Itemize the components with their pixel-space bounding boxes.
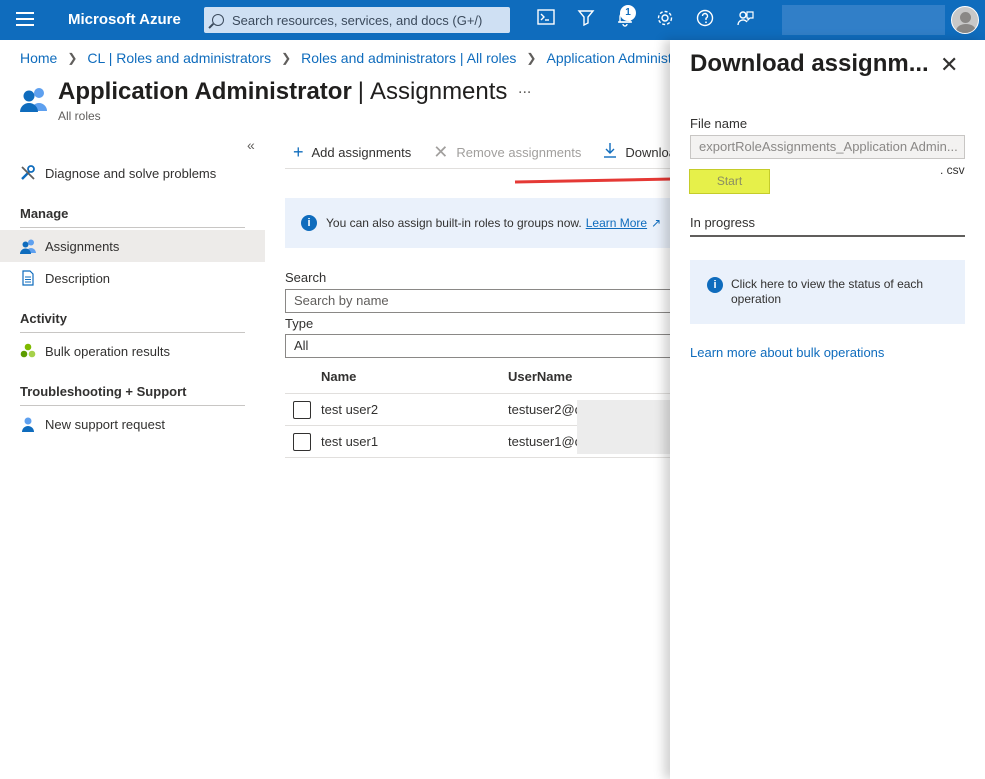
download-assignments-button[interactable]: Download assignments: [603, 142, 675, 163]
wrench-icon: [20, 165, 36, 181]
nav-item-support-request[interactable]: New support request: [0, 408, 265, 440]
notification-badge: 1: [620, 5, 636, 21]
column-header-name[interactable]: Name: [321, 369, 356, 384]
remove-assignments-label: Remove assignments: [456, 145, 582, 160]
row-checkbox[interactable]: [293, 433, 311, 451]
search-label: Search: [285, 270, 327, 285]
panel-title: Download assignm...: [690, 50, 929, 77]
in-progress-section: In progress: [690, 215, 965, 237]
download-icon: [603, 142, 617, 163]
title-separator: |: [357, 78, 365, 105]
nav-item-bulk-results[interactable]: Bulk operation results: [0, 335, 265, 367]
users-icon: [20, 238, 36, 254]
nav-item-label: Description: [45, 270, 111, 286]
global-search-placeholder: Search resources, services, and docs (G+…: [232, 12, 483, 28]
chevron-right-icon: ❯: [281, 51, 292, 65]
page-title-section: Assignments: [370, 78, 508, 105]
external-link-icon: ↗: [651, 216, 662, 230]
avatar[interactable]: [951, 6, 979, 34]
status-info-text: Click here to view the status of each op…: [731, 277, 924, 306]
breadcrumb-all-roles[interactable]: Roles and administrators | All roles: [301, 50, 516, 66]
chevron-right-icon: ❯: [67, 51, 78, 65]
global-search-input[interactable]: Search resources, services, and docs (G+…: [204, 7, 510, 33]
close-icon: ✕: [433, 142, 449, 162]
page-title-main: Application Administrator: [58, 78, 352, 105]
nav-item-label: Diagnose and solve problems: [45, 165, 217, 181]
directory-filter-icon[interactable]: [575, 9, 597, 31]
info-banner-text: You can also assign built-in roles to gr…: [326, 216, 582, 230]
nav-item-label: New support request: [45, 416, 165, 432]
nav-item-label: Bulk operation results: [45, 343, 171, 359]
account-info[interactable]: [782, 5, 945, 35]
learn-more-link[interactable]: Learn More: [586, 216, 647, 230]
document-icon: [20, 270, 36, 286]
feedback-icon[interactable]: [734, 9, 756, 31]
chevron-right-icon: ❯: [526, 51, 537, 65]
plus-icon: +: [293, 142, 304, 162]
info-banner: i You can also assign built-in roles to …: [285, 198, 675, 248]
row-username: testuser1@c: [508, 434, 582, 449]
remove-assignments-button[interactable]: ✕ Remove assignments: [433, 142, 581, 163]
nav-item-diagnose[interactable]: Diagnose and solve problems: [0, 157, 265, 189]
start-button[interactable]: Start: [689, 169, 770, 194]
breadcrumb-home[interactable]: Home: [20, 50, 57, 66]
file-name-label: File name: [690, 116, 748, 131]
download-assignments-panel: Download assignm... ✕ File name exportRo…: [670, 40, 985, 779]
gear-icon[interactable]: [654, 9, 676, 31]
status-info-banner[interactable]: i Click here to view the status of each …: [690, 260, 965, 324]
add-assignments-button[interactable]: + Add assignments: [293, 142, 411, 163]
file-name-input[interactable]: exportRoleAssignments_Application Admin.…: [690, 135, 965, 159]
row-checkbox[interactable]: [293, 401, 311, 419]
breadcrumb: Home ❯ CL | Roles and administrators ❯ R…: [20, 50, 701, 66]
learn-more-bulk-link[interactable]: Learn more about bulk operations: [690, 345, 884, 360]
support-person-icon: [20, 416, 36, 432]
help-icon[interactable]: [694, 9, 716, 31]
row-name[interactable]: test user1: [321, 434, 378, 449]
search-icon: [212, 14, 224, 26]
type-select[interactable]: All: [285, 334, 675, 358]
file-extension: . csv: [940, 163, 965, 177]
download-assignments-label: Download assignments: [625, 145, 675, 160]
collapse-nav-icon[interactable]: «: [247, 137, 255, 153]
cloud-shell-icon[interactable]: [535, 9, 557, 31]
nav-heading-activity: Activity: [20, 311, 245, 333]
info-icon: i: [301, 215, 317, 231]
more-options-icon[interactable]: ...: [518, 80, 531, 98]
nav-item-description[interactable]: Description: [0, 262, 265, 294]
column-header-username[interactable]: UserName: [508, 369, 572, 384]
row-name[interactable]: test user2: [321, 402, 378, 417]
brand-name[interactable]: Microsoft Azure: [68, 11, 181, 28]
nav-item-assignments[interactable]: Assignments: [0, 230, 265, 262]
command-bar: + Add assignments ✕ Remove assignments D…: [285, 137, 675, 169]
breadcrumb-roles-admins[interactable]: CL | Roles and administrators: [87, 50, 271, 66]
page-subtitle: All roles: [58, 109, 101, 123]
search-input[interactable]: Search by name: [285, 289, 675, 313]
annotation-arrow-icon: [514, 173, 689, 185]
add-assignments-label: Add assignments: [311, 145, 412, 160]
nav-heading-manage: Manage: [20, 206, 245, 228]
menu-icon[interactable]: [16, 12, 34, 28]
table-header: Name UserName: [285, 362, 675, 394]
nav-heading-troubleshooting: Troubleshooting + Support: [20, 384, 245, 406]
page-title: Application Administrator | Assignments: [58, 78, 507, 106]
info-icon: i: [707, 277, 723, 293]
close-icon[interactable]: ✕: [940, 52, 958, 78]
nav-item-label: Assignments: [45, 238, 120, 254]
users-icon: [20, 86, 48, 112]
bulk-operations-icon: [20, 343, 36, 359]
type-label: Type: [285, 316, 314, 331]
redacted-region: [577, 400, 670, 454]
top-bar: Microsoft Azure Search resources, servic…: [0, 0, 985, 40]
row-username: testuser2@c: [508, 402, 582, 417]
